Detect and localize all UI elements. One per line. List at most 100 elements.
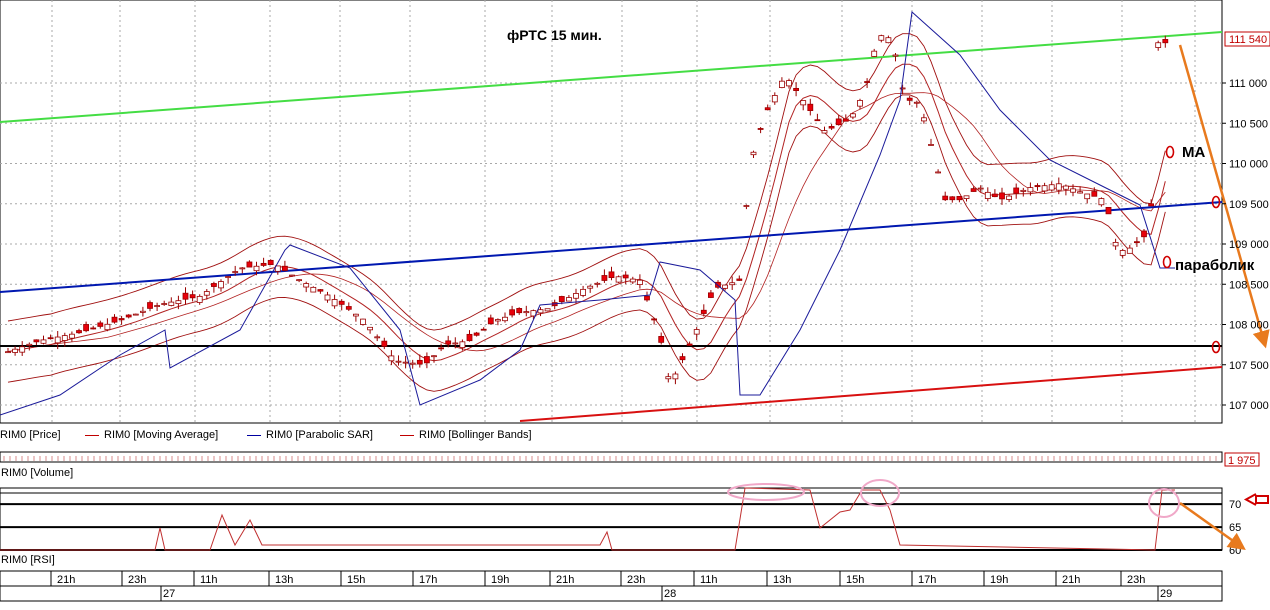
- hour-label: 21h: [556, 574, 574, 586]
- hour-label: 15h: [347, 574, 365, 586]
- candle-body: [473, 332, 480, 336]
- price-tick-label: 108 500: [1229, 279, 1269, 291]
- candle-body: [672, 373, 679, 380]
- candle-body: [431, 355, 437, 358]
- candle-body: [651, 318, 657, 321]
- candle-body: [345, 306, 352, 310]
- candle-body: [637, 279, 643, 285]
- candle-body: [83, 324, 89, 332]
- candle-body: [601, 275, 608, 281]
- volume-value-label: 1 975: [1228, 455, 1256, 467]
- hour-label: 21h: [57, 574, 75, 586]
- chart-svg: 107 000 107 500 108 000 108 500 109 000 109 5…: [0, 0, 1270, 602]
- candle-body: [722, 284, 728, 289]
- candle-body: [679, 356, 686, 361]
- candle-body: [189, 294, 196, 299]
- candle-body: [1126, 247, 1133, 254]
- candle-body: [47, 337, 54, 340]
- candle-body: [594, 282, 601, 285]
- legend-label: RIM0 [Moving Average]: [104, 429, 219, 441]
- candle-body: [1013, 187, 1020, 194]
- candle-body: [814, 119, 821, 122]
- candle-body: [977, 187, 984, 190]
- candle-body: [1041, 185, 1048, 192]
- candle-body: [921, 117, 927, 122]
- candle-body: [267, 259, 274, 266]
- candle-body: [1077, 191, 1083, 194]
- candle-body: [757, 128, 764, 130]
- candle-body: [246, 261, 253, 268]
- candle-body: [1155, 42, 1162, 48]
- candle-body: [615, 276, 622, 283]
- candle-body: [899, 87, 906, 90]
- price-panel-frame: [0, 0, 1223, 424]
- candle-body: [1048, 184, 1055, 191]
- hour-label: 11h: [700, 574, 718, 586]
- candle-body: [1070, 188, 1076, 193]
- candle-body: [5, 351, 11, 354]
- candle-body: [1119, 250, 1126, 256]
- candle-body: [452, 342, 459, 345]
- candle-body: [161, 303, 168, 305]
- candle-body: [310, 286, 317, 293]
- rsi-panel-title: RIM0 [RSI]: [1, 554, 55, 566]
- hour-label: 13h: [275, 574, 293, 586]
- candle-body: [168, 301, 175, 306]
- price-tick-label: 107 000: [1229, 400, 1269, 412]
- candle-body: [331, 299, 338, 307]
- price-tick-label: 110 500: [1229, 118, 1268, 130]
- candle-body: [26, 343, 33, 346]
- candle-body: [388, 355, 395, 362]
- candle-body: [509, 309, 516, 316]
- candle-body: [303, 283, 310, 288]
- candle-body: [842, 118, 849, 122]
- candle-body: [629, 278, 636, 283]
- candle-body: [218, 281, 224, 289]
- hour-label: 17h: [419, 574, 437, 586]
- candle-body: [1105, 206, 1112, 215]
- legend-label: RIM0 [Bollinger Bands]: [419, 429, 532, 441]
- candle-body: [1063, 185, 1069, 190]
- candle-body: [1020, 189, 1027, 192]
- candle-body: [587, 285, 594, 289]
- candle-body: [807, 103, 814, 111]
- price-tick-label: 108 000: [1229, 320, 1269, 332]
- candle-body: [225, 276, 232, 278]
- legend-label: RIM0 [Parabolic SAR]: [266, 429, 373, 441]
- candle-body: [573, 293, 579, 299]
- volume-panel-title: RIM0 [Volume]: [1, 467, 74, 479]
- candle-body: [374, 336, 381, 339]
- candle-body: [395, 360, 402, 363]
- candle-body: [438, 347, 445, 350]
- candle-body: [850, 113, 856, 118]
- candle-body: [19, 346, 26, 353]
- day-label: 27: [163, 588, 175, 600]
- candle-body: [516, 308, 523, 314]
- candle-body: [90, 327, 97, 330]
- candle-body: [1141, 230, 1147, 238]
- price-tick-label: 107 500: [1229, 360, 1269, 372]
- rsi-panel: [0, 487, 1223, 551]
- candle-body: [608, 271, 615, 279]
- candle-body: [54, 336, 61, 344]
- candle-body: [743, 205, 750, 207]
- candle-body: [566, 297, 572, 302]
- candle-body: [445, 340, 452, 345]
- legend-label: RIM0 [Price]: [0, 429, 61, 441]
- candle-body: [1162, 39, 1169, 44]
- hour-label: 17h: [918, 574, 936, 586]
- candle-body: [892, 54, 899, 57]
- candle-body: [1084, 193, 1091, 200]
- candle-body: [61, 335, 68, 341]
- candle-body: [1134, 241, 1140, 244]
- candle-body: [963, 195, 970, 199]
- candle-body: [12, 348, 19, 353]
- candle-body: [147, 302, 153, 309]
- hour-label: 23h: [627, 574, 645, 586]
- candle-body: [928, 144, 934, 146]
- candle-body: [76, 330, 82, 334]
- candle-body: [764, 107, 771, 111]
- candle-body: [1027, 187, 1034, 193]
- candle-body: [622, 274, 629, 279]
- candle-body: [352, 313, 359, 317]
